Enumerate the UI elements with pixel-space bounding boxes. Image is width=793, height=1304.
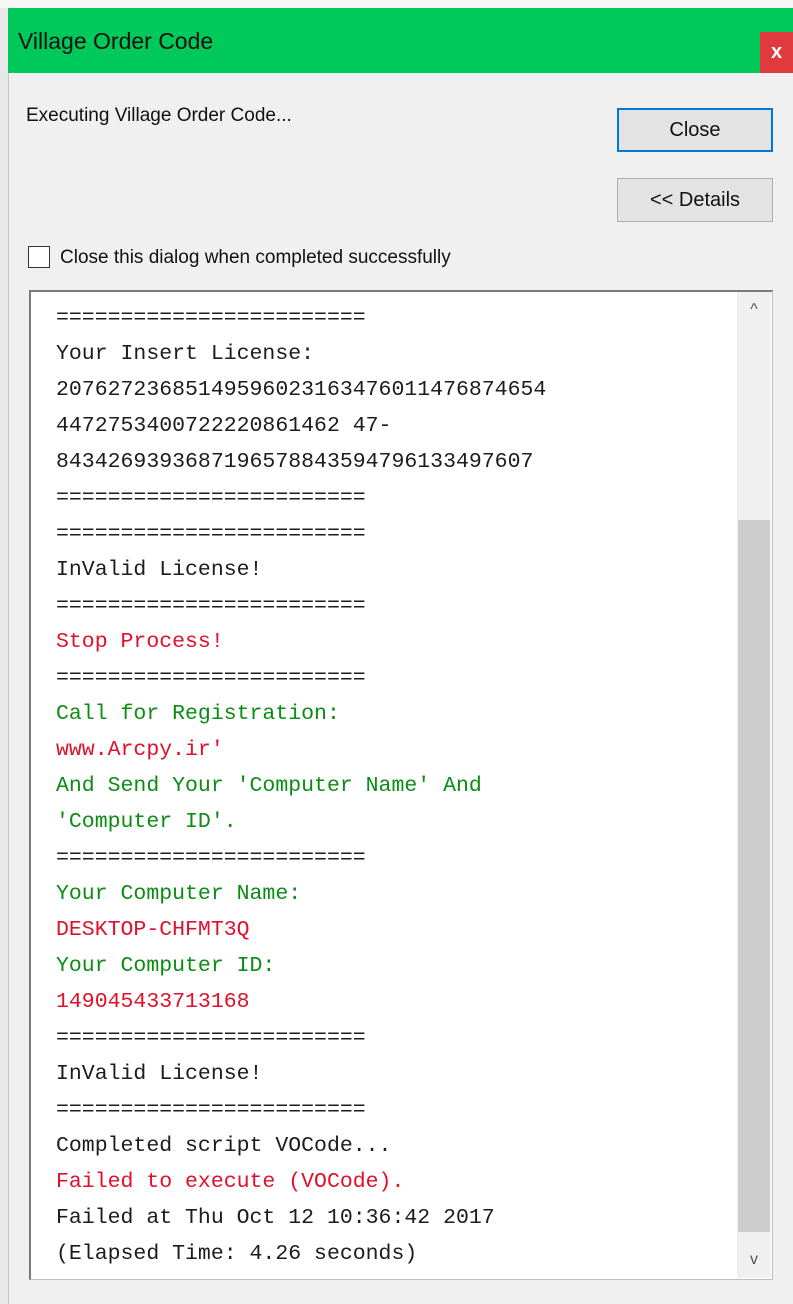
log-line: ======================== (56, 486, 366, 510)
log-line: And Send Your 'Computer Name' And (56, 774, 482, 798)
log-line: Stop Process! (56, 630, 224, 654)
log-line: 8434269393687196578843594796133497607 (56, 450, 534, 474)
status-message: Executing Village Order Code... (26, 105, 292, 126)
log-line: 149045433713168 (56, 990, 250, 1014)
log-line: InValid License! (56, 1062, 263, 1086)
dialog-title: Village Order Code (18, 28, 214, 54)
log-line: ======================== (56, 1026, 366, 1050)
log-line: 4472753400722220861462 47- (56, 414, 392, 438)
log-line: Your Computer Name: (56, 882, 302, 906)
log-line: ======================== (56, 666, 366, 690)
log-line: ======================== (56, 522, 366, 546)
log-line: Failed to execute (VOCode). (56, 1170, 405, 1194)
close-when-complete-checkbox[interactable] (28, 246, 50, 268)
log-line: Failed at Thu Oct 12 10:36:42 2017 (56, 1206, 495, 1230)
message-log[interactable]: ======================== Your Insert Lice… (29, 290, 773, 1280)
log-line: InValid License! (56, 558, 263, 582)
log-line: DESKTOP-CHFMT3Q (56, 918, 250, 942)
chevron-down-icon[interactable]: v (737, 1244, 771, 1276)
log-line: (Elapsed Time: 4.26 seconds) (56, 1242, 418, 1266)
chevron-up-icon[interactable]: ^ (737, 294, 771, 326)
log-line: Call for Registration: (56, 702, 340, 726)
vertical-scrollbar[interactable]: ^ v (737, 292, 771, 1278)
log-line: Your Insert License: (56, 342, 315, 366)
log-line: ======================== (56, 1098, 366, 1122)
dialog-titlebar[interactable]: Village Order Code x (8, 8, 793, 73)
log-line: ======================== (56, 594, 366, 618)
close-window-icon[interactable]: x (760, 32, 793, 73)
log-line: ======================== (56, 306, 366, 330)
close-button[interactable]: Close (617, 108, 773, 152)
log-line: www.Arcpy.ir' (56, 738, 224, 762)
background-window-edge (0, 8, 9, 1304)
log-line: 20762723685149596023163476011476874654 (56, 378, 547, 402)
details-button[interactable]: << Details (617, 178, 773, 222)
log-line: 'Computer ID'. (56, 810, 237, 834)
log-line: ======================== (56, 846, 366, 870)
log-line: Completed script VOCode... (56, 1134, 392, 1158)
log-lines: ======================== Your Insert Lice… (56, 300, 736, 1272)
checkbox-label[interactable]: Close this dialog when completed success… (60, 247, 451, 269)
log-line: Your Computer ID: (56, 954, 276, 978)
scrollbar-thumb[interactable] (738, 520, 770, 1232)
